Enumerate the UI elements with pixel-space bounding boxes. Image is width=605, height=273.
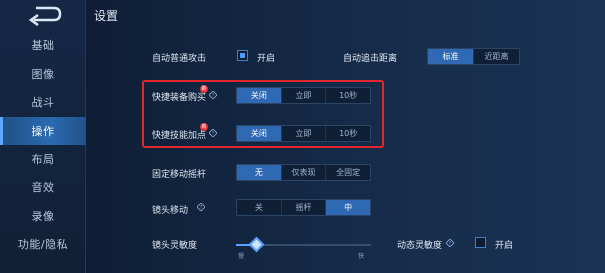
help-icon[interactable]: ? (197, 203, 205, 211)
new-badge: 新 (200, 85, 208, 93)
auto-attack-checkbox-label: 开启 (257, 54, 276, 64)
camera-move-option-mid[interactable]: 中 (326, 200, 371, 215)
sidebar-item-combat[interactable]: 战斗 (0, 89, 86, 115)
dynamic-sensitivity-checkbox-label: 开启 (495, 241, 514, 251)
settings-screen: 基础 图像 战斗 操作 布局 音效 录像 功能/隐私 设置 自动普通攻击 开启 … (0, 0, 605, 273)
sidebar-item-sound[interactable]: 音效 (0, 174, 86, 200)
sidebar-item-controls[interactable]: 操作 (0, 117, 86, 145)
auto-attack-label: 自动普通攻击 (152, 54, 207, 64)
sidebar-item-replay[interactable]: 录像 (0, 203, 86, 229)
sidebar-item-layout[interactable]: 布局 (0, 146, 86, 172)
page-title: 设置 (94, 9, 119, 23)
quick-buy-label: 快捷装备购买 (152, 93, 207, 103)
fixed-joystick-label: 固定移动摇杆 (152, 170, 207, 180)
new-badge: 新 (200, 123, 208, 131)
slider-min-label: 慢 (238, 253, 245, 260)
quick-skill-option-off[interactable]: 关闭 (237, 126, 282, 141)
sidebar: 基础 图像 战斗 操作 布局 音效 录像 功能/隐私 (0, 0, 86, 273)
slider-max-label: 快 (358, 253, 365, 260)
auto-attack-checkbox[interactable] (237, 50, 248, 61)
camera-sensitivity-thumb[interactable] (248, 236, 265, 253)
quick-buy-option-now[interactable]: 立即 (282, 88, 327, 103)
fixed-joystick-option-visual[interactable]: 仅表现 (282, 165, 327, 180)
fixed-joystick-segmented: 无 仅表现 全固定 (236, 164, 371, 181)
quick-buy-segmented: 关闭 立即 10秒 (236, 87, 371, 104)
dynamic-sensitivity-label: 动态灵敏度 (397, 241, 443, 251)
auto-chase-label: 自动追击距离 (343, 54, 398, 64)
help-icon[interactable]: ? (209, 91, 217, 99)
camera-move-label: 镜头移动 (152, 206, 189, 216)
camera-move-segmented: 关 摇杆 中 (236, 199, 371, 216)
back-button[interactable] (14, 4, 72, 27)
auto-chase-option-close[interactable]: 近距离 (474, 49, 519, 64)
quick-buy-option-10s[interactable]: 10秒 (326, 88, 370, 103)
back-arrow-icon (28, 6, 62, 27)
quick-skill-option-10s[interactable]: 10秒 (326, 126, 370, 141)
camera-move-option-joystick[interactable]: 摇杆 (282, 200, 327, 215)
auto-chase-segmented: 标准 近距离 (427, 48, 520, 65)
camera-sensitivity-label: 镜头灵敏度 (152, 241, 198, 251)
camera-move-option-off[interactable]: 关 (237, 200, 282, 215)
dynamic-sensitivity-checkbox[interactable] (475, 237, 486, 248)
auto-chase-option-standard[interactable]: 标准 (428, 49, 474, 64)
quick-skill-segmented: 关闭 立即 10秒 (236, 125, 371, 142)
quick-skill-label: 快捷技能加点 (152, 131, 207, 141)
quick-skill-option-now[interactable]: 立即 (282, 126, 327, 141)
sidebar-item-privacy[interactable]: 功能/隐私 (0, 231, 86, 257)
fixed-joystick-option-full[interactable]: 全固定 (326, 165, 370, 180)
fixed-joystick-option-none[interactable]: 无 (237, 165, 282, 180)
help-icon[interactable]: ? (209, 129, 217, 137)
sidebar-item-basic[interactable]: 基础 (0, 32, 86, 58)
help-icon[interactable]: ? (446, 239, 454, 247)
quick-buy-option-off[interactable]: 关闭 (237, 88, 282, 103)
sidebar-item-graphics[interactable]: 图像 (0, 61, 86, 87)
